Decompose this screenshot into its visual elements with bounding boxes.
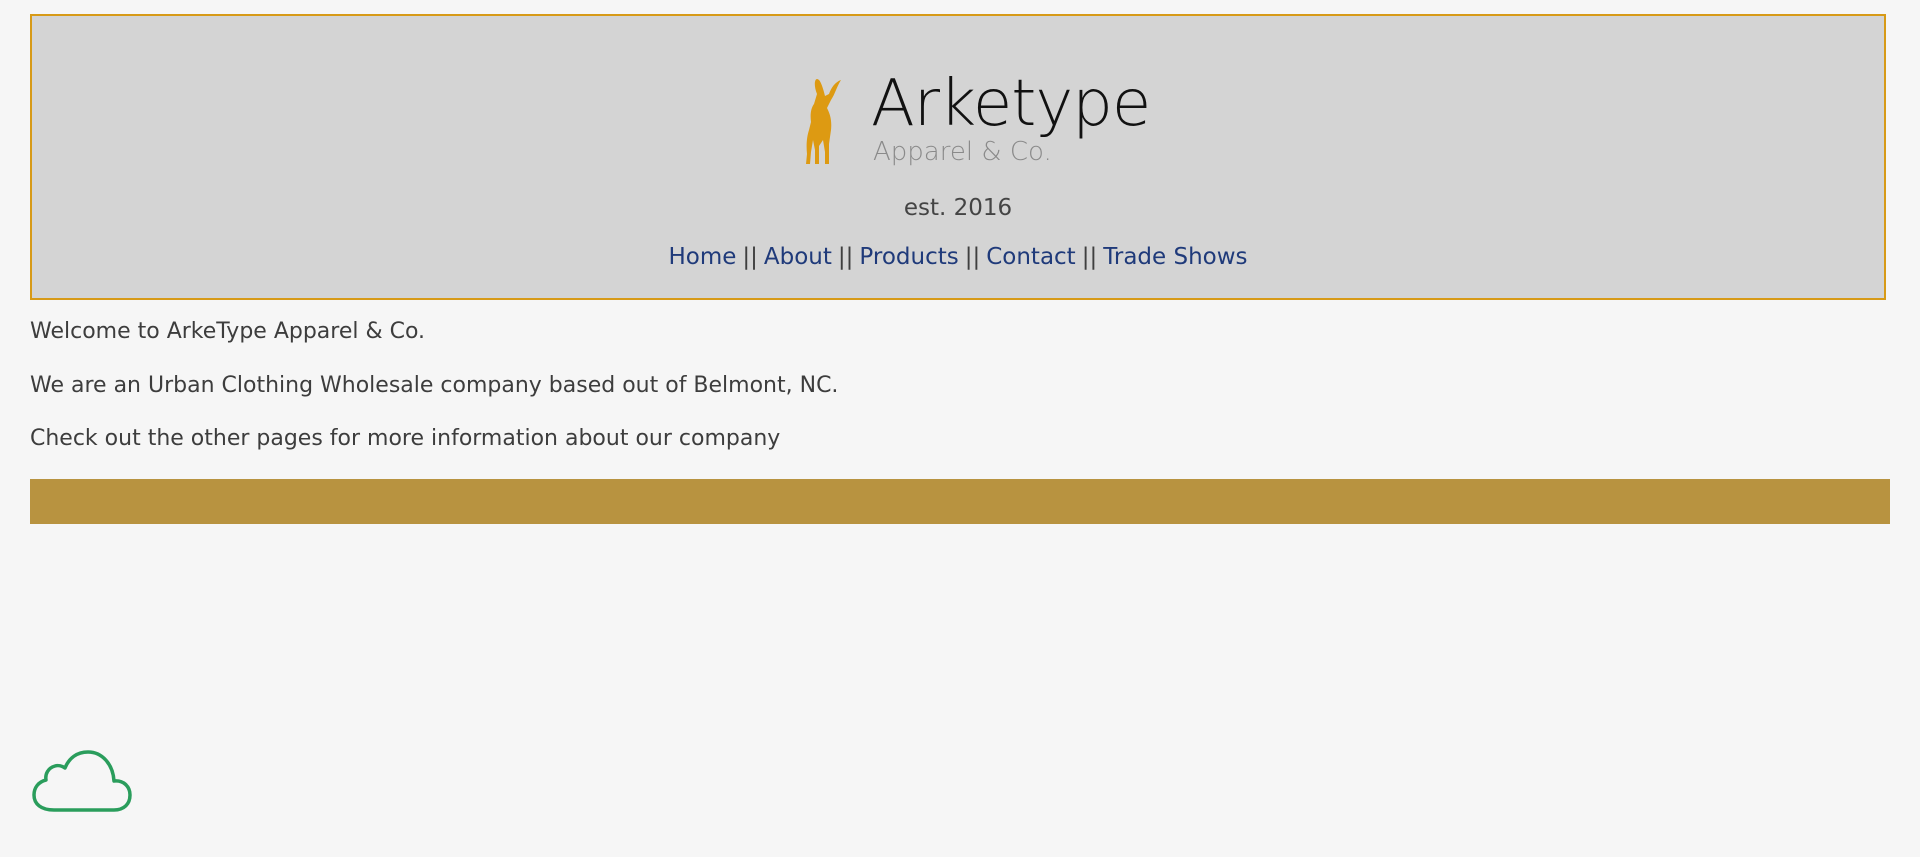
brand-name: Arketype [871,67,1151,141]
more-info-text: Check out the other pages for more infor… [30,426,781,451]
nav-products[interactable]: Products [859,244,958,270]
ibex-logo-icon [806,78,841,164]
nav-home[interactable]: Home [668,244,736,270]
footer-bar [30,479,1890,524]
brand-subtitle: Apparel & Co. [873,137,1052,167]
established-year: est. 2016 [903,195,1013,221]
nav-separator: || [742,244,758,270]
welcome-text: Welcome to ArkeType Apparel & Co. [30,319,426,344]
main-nav: Home || About || Products || Contact || Trade Sh… [32,242,1884,272]
cloud-icon[interactable] [32,748,132,814]
nav-separator: || [837,244,854,270]
brand-logo[interactable]: Arketype Apparel & Co. [797,58,1177,168]
nav-about[interactable]: About [764,244,832,270]
page: Arketype Apparel & Co. est. 2016 Home || A… [0,0,1920,857]
nav-separator: || [964,244,981,270]
nav-contact[interactable]: Contact [986,244,1075,270]
company-description: We are an Urban Clothing Wholesale compa… [30,373,839,398]
nav-trade-shows[interactable]: Trade Shows [1103,244,1247,270]
site-header: Arketype Apparel & Co. est. 2016 Home || A… [30,14,1886,300]
nav-separator: || [1081,244,1098,270]
